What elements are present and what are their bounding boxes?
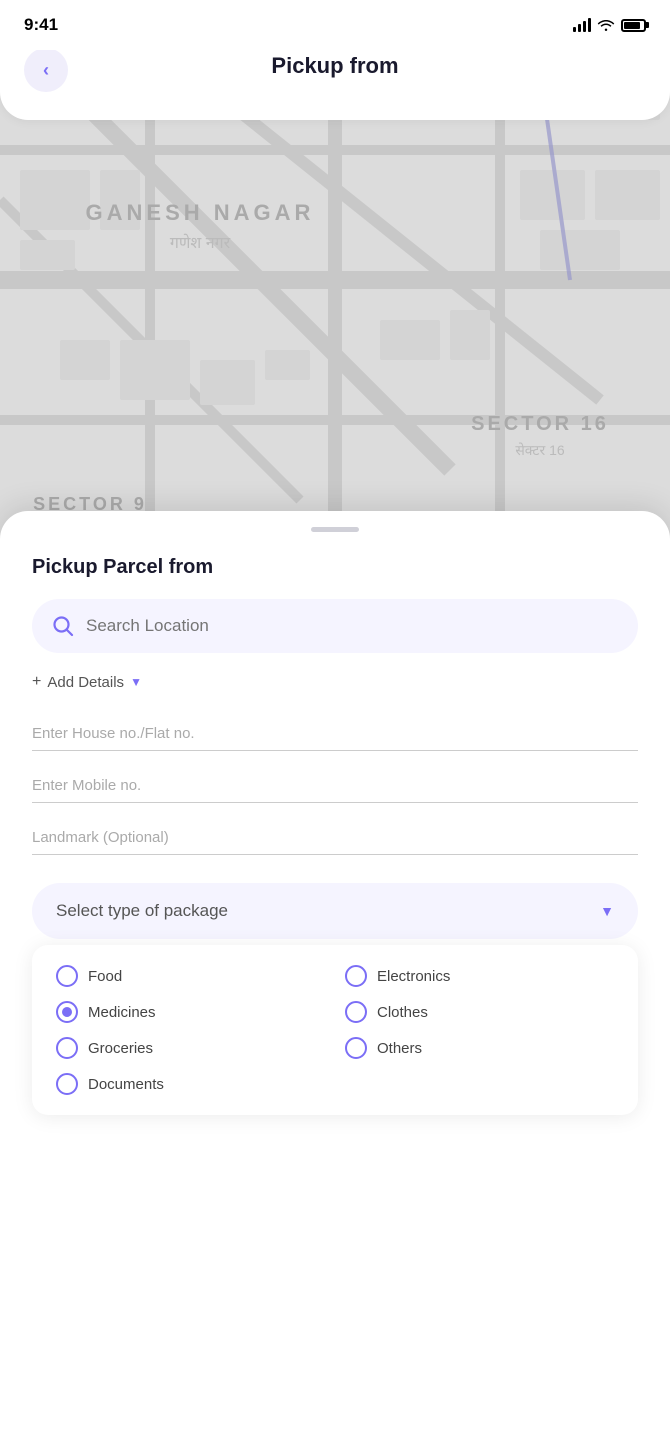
radio-medicines [56,1001,78,1023]
wifi-icon [597,17,615,34]
svg-text:गणेश नगर: गणेश नगर [170,233,231,252]
option-groceries[interactable]: Groceries [56,1037,325,1059]
option-groceries-label: Groceries [88,1040,153,1057]
house-number-input[interactable] [32,715,638,751]
option-medicines-label: Medicines [88,1004,156,1021]
header-title: Pickup from [271,53,398,79]
section-title: Pickup Parcel from [32,556,638,579]
back-button[interactable]: ‹ [24,48,68,92]
landmark-field-wrap [32,819,638,867]
mobile-field-wrap [32,767,638,815]
package-options-panel: Food Electronics Medicines Clothes [32,945,638,1115]
status-bar: 9:41 [0,0,670,50]
svg-text:SECTOR 16: SECTOR 16 [471,413,609,435]
back-chevron-icon: ‹ [43,61,49,79]
landmark-input[interactable] [32,819,638,855]
option-clothes-label: Clothes [377,1004,428,1021]
option-medicines[interactable]: Medicines [56,1001,325,1023]
option-electronics[interactable]: Electronics [345,965,614,987]
radio-others [345,1037,367,1059]
signal-icon [573,18,591,32]
option-others[interactable]: Others [345,1037,614,1059]
house-field-wrap [32,715,638,763]
option-food[interactable]: Food [56,965,325,987]
options-grid: Food Electronics Medicines Clothes [56,965,614,1095]
svg-text:सेक्टर 16: सेक्टर 16 [515,442,565,458]
add-details-row[interactable]: + Add Details ▼ [32,673,638,691]
radio-documents [56,1073,78,1095]
search-box[interactable] [32,599,638,653]
search-icon [52,615,74,637]
status-icons [573,17,646,34]
radio-food [56,965,78,987]
option-others-label: Others [377,1040,422,1057]
sheet-handle [311,527,359,532]
option-electronics-label: Electronics [377,968,450,985]
radio-groceries [56,1037,78,1059]
bottom-sheet: Pickup Parcel from + Add Details ▼ Selec… [0,511,670,1451]
add-details-arrow-icon: ▼ [130,675,142,689]
option-documents[interactable]: Documents [56,1073,325,1095]
package-type-selector[interactable]: Select type of package ▼ [32,883,638,939]
radio-clothes [345,1001,367,1023]
radio-medicines-fill [62,1007,72,1017]
svg-text:GANESH NAGAR: GANESH NAGAR [86,200,315,225]
mobile-number-input[interactable] [32,767,638,803]
add-details-plus-icon: + [32,673,41,691]
radio-electronics [345,965,367,987]
status-time: 9:41 [24,15,58,35]
option-documents-label: Documents [88,1076,164,1093]
search-location-input[interactable] [86,616,618,636]
battery-icon [621,19,646,32]
option-food-label: Food [88,968,122,985]
option-clothes[interactable]: Clothes [345,1001,614,1023]
package-selector-label: Select type of package [56,901,228,921]
package-dropdown-arrow-icon: ▼ [600,903,614,919]
add-details-label: Add Details [47,674,124,691]
